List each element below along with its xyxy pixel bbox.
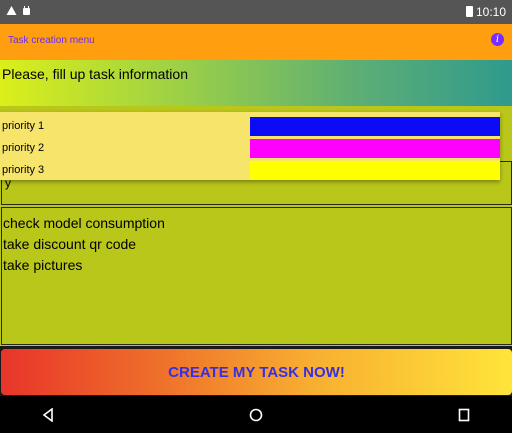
priority-color-swatch [250,161,500,180]
priority-option-2[interactable]: priority 2 [0,136,500,158]
priority-option-label: priority 2 [2,142,45,154]
toolbar-title: Task creation menu [8,35,95,46]
description-line: take discount qr code [3,236,137,252]
signal-triangle-icon [6,6,17,15]
priority-option-1[interactable]: priority 1 [0,114,500,136]
priority-color-swatch [250,139,500,158]
create-task-button-label: CREATE MY TASK NOW! [168,363,345,381]
home-icon [249,408,263,421]
priority-color-swatch [250,117,500,136]
task-description-field[interactable]: check model consumption take discount qr… [1,207,512,345]
back-icon [42,407,53,422]
status-icons-left [6,4,31,18]
recents-button[interactable] [444,396,484,433]
recents-icon [458,408,470,421]
priority-option-label: priority 3 [2,164,45,176]
android-icon [23,6,31,15]
system-nav-bar [0,396,512,433]
battery-icon [465,6,473,17]
task-description-text: check model consumption take discount qr… [3,213,165,276]
info-icon[interactable]: i [491,33,504,46]
priority-option-3[interactable]: priority 3 [0,158,500,180]
priority-option-label: priority 1 [2,120,45,132]
description-line: check model consumption [3,215,165,231]
description-line: take pictures [3,257,83,273]
back-button[interactable] [28,396,68,433]
priority-dropdown-menu: priority 1 priority 2 priority 3 [0,112,500,180]
app-toolbar: Task creation menu i [0,24,512,60]
header-band: Please, fill up task information [0,60,512,106]
create-task-button[interactable]: CREATE MY TASK NOW! [1,349,512,395]
clock: 10:10 [475,5,506,19]
form-prompt: Please, fill up task information [2,66,188,82]
home-button[interactable] [236,396,276,433]
status-icons-right: 10:10 [465,5,506,19]
status-bar: 10:10 [0,0,512,24]
